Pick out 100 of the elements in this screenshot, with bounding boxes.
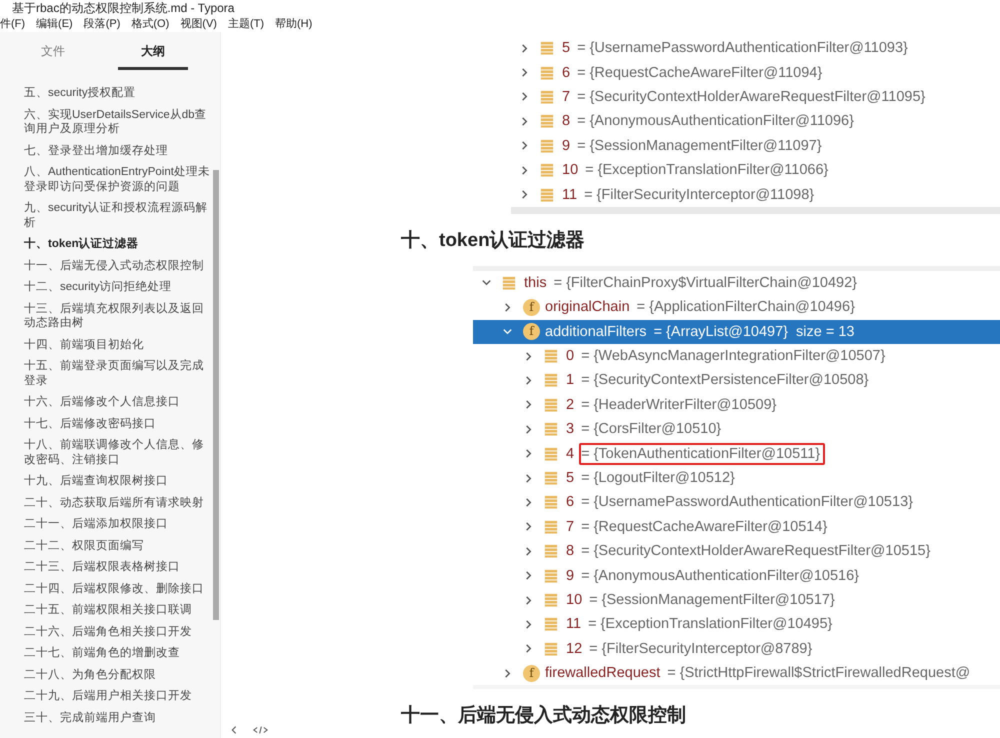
outline-item[interactable]: 二十五、前端权限相关接口联调 — [24, 603, 210, 618]
tree-row[interactable]: 6 = {RequestCacheAwareFilter@11094} — [511, 60, 1000, 85]
window-title: 基于rbac的动态权限控制系统.md - Typora — [12, 1, 234, 15]
tree-row[interactable]: 2 = {HeaderWriterFilter@10509} — [473, 392, 1000, 418]
variable-value: = {ExceptionTranslationFilter@11066} — [584, 161, 830, 180]
menu-item[interactable]: 件(F) — [0, 16, 26, 32]
sidebar-tab[interactable]: 文件 — [18, 32, 88, 70]
list-icon — [544, 398, 558, 412]
outline-item[interactable]: 二十四、后端权限修改、删除接口 — [24, 582, 210, 596]
menu-item[interactable]: 帮助(H) — [275, 16, 312, 32]
outline-item[interactable]: 十五、前端登录页面编写以及完成登录 — [24, 359, 210, 388]
outline-item[interactable]: 二十七、前端角色的增删改查 — [24, 646, 210, 660]
list-icon — [540, 138, 554, 153]
sidebar-tab[interactable]: 大纲 — [118, 32, 188, 70]
variable-value: = {HeaderWriterFilter@10509} — [580, 396, 778, 415]
variable-name: 2 — [566, 396, 574, 413]
outline-item[interactable]: 十一、后端无侵入式动态权限控制 — [24, 258, 210, 273]
tree-row[interactable]: this = {FilterChainProxy$VirtualFilterChain@10492} — [473, 270, 1000, 296]
list-icon — [544, 568, 558, 583]
outline-item[interactable]: 九、security认证和授权流程源码解析 — [24, 201, 210, 230]
variable-value: = {FilterSecurityInterceptor@11098} — [583, 186, 816, 205]
variable-name: 9 — [566, 568, 574, 584]
list-icon — [540, 41, 554, 56]
chevron-left-icon[interactable] — [229, 724, 239, 736]
tree-row[interactable]: 6 = {UsernamePasswordAuthenticationFilter@10513} — [473, 490, 1000, 515]
outline-item[interactable]: 二十三、后端权限表格树接口 — [24, 560, 210, 574]
variable-name: 8 — [562, 113, 570, 130]
outline-item[interactable]: 二十六、后端角色相关接口开发 — [24, 624, 210, 639]
field-icon: f — [523, 323, 540, 340]
tree-row[interactable]: 10 = {ExceptionTranslationFilter@11066} — [511, 158, 1000, 182]
variable-value: = {SecurityContextHolderAwareRequestFilter@10515} — [580, 542, 932, 562]
variable-name: 12 — [566, 640, 582, 657]
tree-row[interactable]: f firewalledRequest = {StrictHttpFirewall$StrictFirewalledRequest@ — [473, 660, 1000, 686]
list-icon — [544, 373, 558, 388]
section-heading: 十一、后端无侵入式动态权限控制 — [401, 704, 687, 728]
tree-row[interactable]: 8 = {AnonymousAuthenticationFilter@11096} — [511, 109, 1000, 134]
outline-item[interactable]: 二十二、权限页面编写 — [24, 538, 210, 553]
menu-item[interactable]: 编辑(E) — [36, 16, 73, 32]
tree-row[interactable]: 12 = {FilterSecurityInterceptor@8789} — [473, 636, 1000, 661]
variable-name: 8 — [566, 543, 574, 560]
outline-item[interactable]: 二十八、为角色分配权限 — [24, 668, 210, 682]
tree-row[interactable]: 0 = {WebAsyncManagerIntegrationFilter@10507} — [473, 344, 1000, 368]
scrollbar[interactable] — [213, 170, 219, 620]
list-icon — [544, 520, 558, 534]
list-icon — [540, 90, 554, 104]
tree-row[interactable]: 7 = {RequestCacheAwareFilter@10514} — [473, 514, 1000, 540]
source-code-icon[interactable] — [253, 724, 268, 736]
variable-name: 5 — [562, 40, 570, 56]
outline-item[interactable]: 十六、后端修改个人信息接口 — [24, 395, 210, 410]
menu-item[interactable]: 段落(P) — [84, 16, 120, 32]
variable-name: 10 — [566, 592, 582, 608]
variable-value: = {RequestCacheAwareFilter@11094} — [576, 64, 824, 83]
tree-row[interactable]: 9 = {SessionManagementFilter@11097} — [511, 134, 1000, 158]
tree-row[interactable]: 3 = {CorsFilter@10510} — [473, 417, 1000, 442]
tree-row[interactable]: 8 = {SecurityContextHolderAwareRequestFilter@10515} — [473, 539, 1000, 564]
outline-item[interactable]: 十四、前端项目初始化 — [24, 338, 210, 352]
outline-item[interactable]: 五、security授权配置 — [24, 86, 210, 100]
outline-item[interactable]: 七、登录登出增加缓存处理 — [24, 144, 210, 158]
outline-item[interactable]: 十九、后端查询权限树接口 — [24, 474, 210, 488]
variable-value: = {RequestCacheAwareFilter@10514} — [580, 518, 828, 537]
tree-row[interactable]: f additionalFilters = {ArrayList@10497} size = 13 — [473, 320, 1000, 344]
menu-item[interactable]: 视图(V) — [180, 16, 217, 32]
list-icon — [544, 495, 558, 510]
tree-row[interactable]: 9 = {AnonymousAuthenticationFilter@10516} — [473, 563, 1000, 588]
variable-value: = {FilterChainProxy$VirtualFilterChain@10492} — [552, 274, 858, 293]
outline-item[interactable]: 三十、完成前端用户查询 — [24, 710, 210, 725]
tree-row[interactable]: 5 = {LogoutFilter@10512} — [473, 466, 1000, 490]
tree-row[interactable]: 4 = {TokenAuthenticationFilter@10511} — [473, 441, 1000, 466]
outline-item[interactable]: 十三、后端填充权限列表以及返回动态路由树 — [24, 302, 210, 330]
outline-item[interactable]: 二十一、后端添加权限接口 — [24, 517, 210, 532]
list-icon — [540, 188, 554, 202]
variable-value: = {SecurityContextHolderAwareRequestFilter@11095} — [576, 88, 926, 107]
outline-item[interactable]: 八、AuthenticationEntryPoint处理未登录即访问受保护资源的问题 — [24, 165, 210, 194]
outline-item[interactable]: 二十九、后端用户相关接口开发 — [24, 689, 210, 704]
tree-row[interactable]: 1 = {SecurityContextPersistenceFilter@10508} — [473, 368, 1000, 393]
variable-name: 10 — [562, 162, 578, 178]
outline-item[interactable]: 十、token认证过滤器 — [24, 237, 210, 252]
tree-row[interactable]: 11 = {FilterSecurityInterceptor@11098} — [511, 182, 1000, 207]
outline-item[interactable]: 十八、前端联调修改个人信息、修改密码、注销接口 — [24, 438, 210, 467]
variable-name: 7 — [566, 518, 574, 535]
tree-row[interactable]: 7 = {SecurityContextHolderAwareRequestFilter@11095} — [511, 84, 1000, 110]
variable-value: = {AnonymousAuthenticationFilter@10516} — [580, 566, 860, 586]
variable-name: 11 — [566, 616, 582, 632]
tree-row[interactable]: 5 = {UsernamePasswordAuthenticationFilter@11093} — [511, 36, 1000, 60]
tree-row[interactable]: f originalChain = {ApplicationFilterChain@10496} — [473, 295, 1000, 320]
outline-item[interactable]: 二十、动态获取后端所有请求映射 — [24, 496, 210, 510]
menu-item[interactable]: 主题(T) — [228, 16, 264, 32]
variable-value: = {WebAsyncManagerIntegrationFilter@10507} — [580, 347, 886, 366]
tree-row[interactable]: 11 = {ExceptionTranslationFilter@10495} — [473, 612, 1000, 637]
variable-name: firewalledRequest — [545, 665, 660, 682]
outline-item[interactable]: 十七、后端修改密码接口 — [24, 416, 210, 431]
list-icon — [544, 544, 558, 558]
variable-value: = {UsernamePasswordAuthenticationFilter@11093} — [576, 39, 909, 58]
variable-name: 11 — [562, 186, 578, 203]
variable-value: = {ArrayList@10497} size = 13 — [652, 322, 856, 342]
menu-item[interactable]: 格式(O) — [131, 16, 170, 32]
list-icon — [540, 163, 554, 178]
outline-item[interactable]: 十二、security访问拒绝处理 — [24, 280, 210, 294]
tree-row[interactable]: 10 = {SessionManagementFilter@10517} — [473, 588, 1000, 612]
outline-item[interactable]: 六、实现UserDetailsService从db查询用户及原理分析 — [24, 108, 210, 136]
